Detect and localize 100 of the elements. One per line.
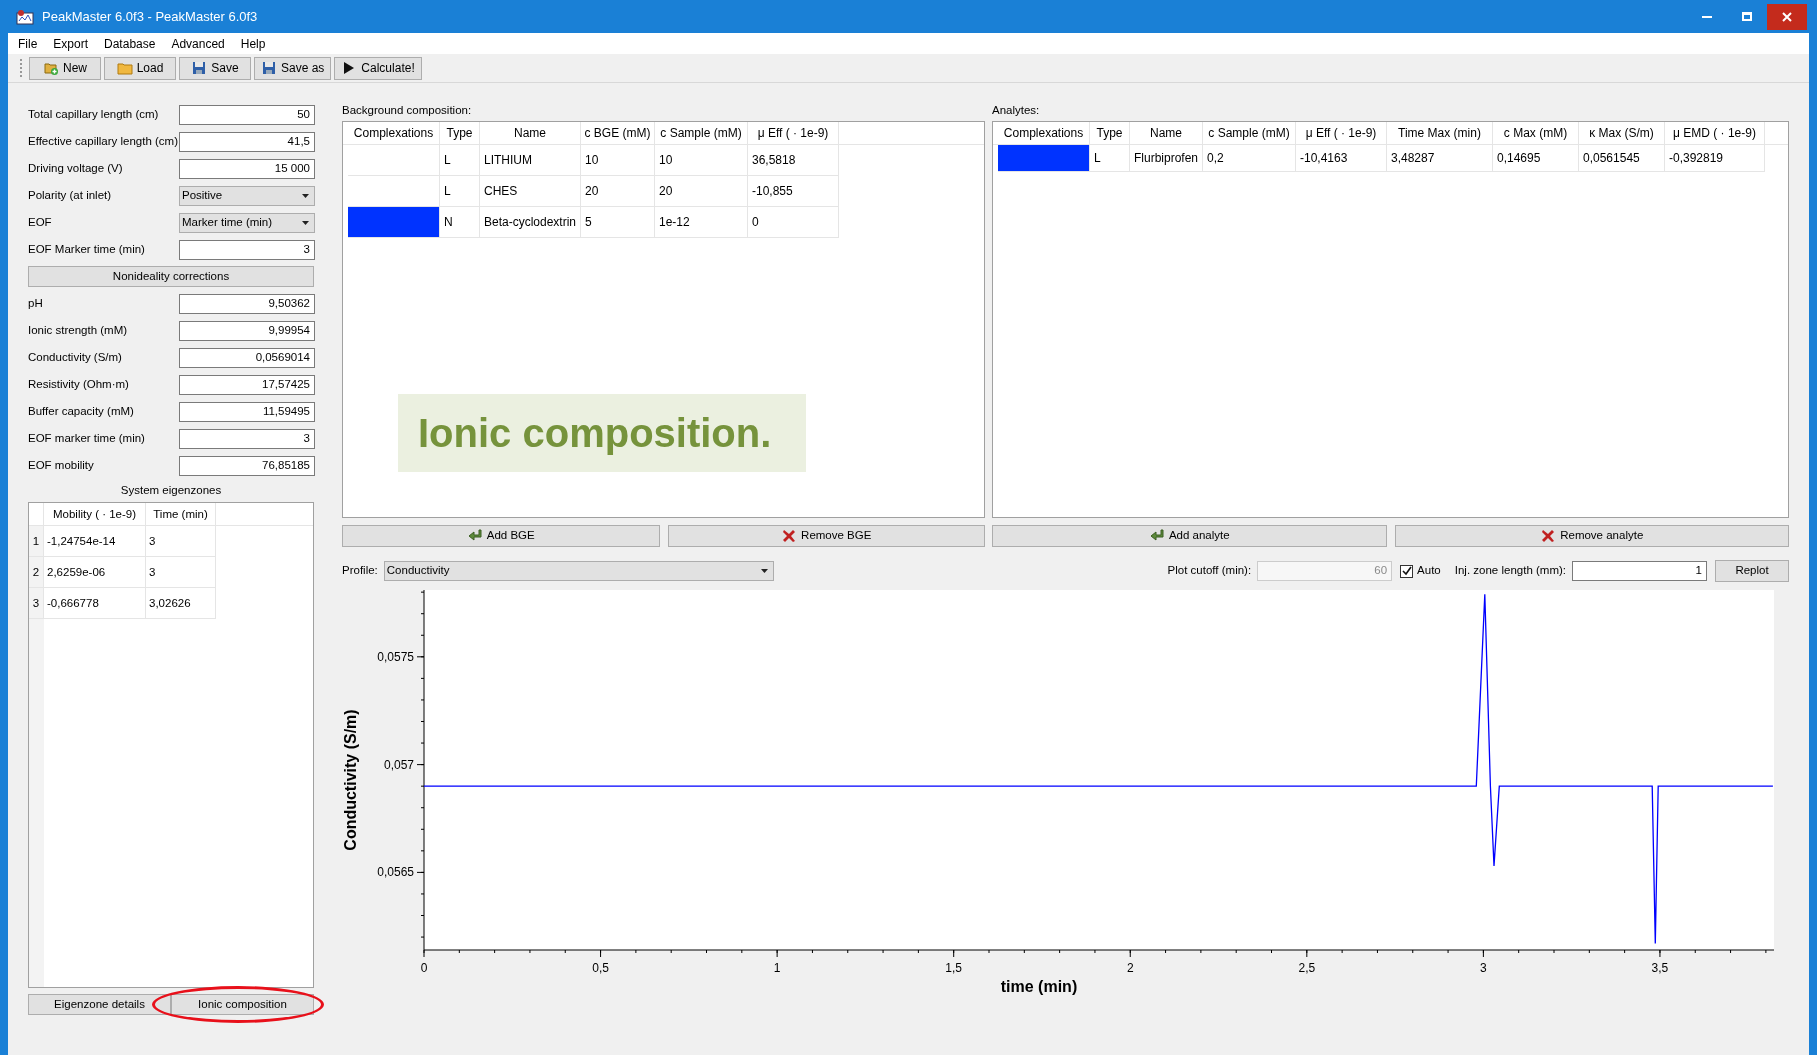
cross-icon	[781, 528, 798, 544]
field-label: EOF	[28, 214, 53, 230]
table-cell: 0,14695	[1493, 145, 1579, 172]
arrow-icon	[466, 528, 483, 544]
input-field[interactable]: 76,85185	[179, 455, 315, 476]
panel-button[interactable]: Add BGE	[342, 525, 660, 547]
panel-button[interactable]: Ionic composition	[171, 994, 314, 1015]
toolbar-button[interactable]: Save	[179, 56, 251, 80]
input-field[interactable]: 17,57425	[179, 374, 315, 395]
column-header: κ Max (S/m)	[1579, 122, 1665, 144]
panel-button[interactable]: Add analyte	[992, 525, 1387, 547]
tick-label: 2	[1126, 961, 1134, 975]
input-field[interactable]: 41,5	[179, 131, 315, 152]
tick-label: 0	[420, 961, 428, 975]
window-title: PeakMaster 6.0f3 - PeakMaster 6.0f3	[42, 7, 258, 26]
table-cell: -1,24754e-14	[44, 526, 146, 558]
input-field[interactable]: 11,59495	[179, 401, 315, 422]
menu-item[interactable]: File	[18, 34, 38, 53]
table-cell: -10,4163	[1296, 145, 1387, 172]
table-cell: 3,02626	[146, 588, 216, 620]
input-field[interactable]: 9,99954	[179, 320, 315, 341]
caret-icon	[760, 569, 768, 573]
column-header: Name	[480, 122, 581, 144]
tick-label: 2,5	[1298, 961, 1316, 975]
tick-label: 0,057	[383, 757, 414, 772]
column-header: c Sample (mM)	[655, 122, 748, 144]
table-cell: Flurbiprofen	[1130, 145, 1203, 172]
menu-item[interactable]: Advanced	[171, 34, 225, 53]
table-cell: 20	[655, 176, 748, 207]
input-field[interactable]: 0,0569014	[179, 347, 315, 368]
table-cell: 0,0561545	[1579, 145, 1665, 172]
input-field[interactable]: 50	[179, 104, 315, 125]
close-button[interactable]	[1767, 3, 1807, 30]
table-cell: L	[440, 145, 480, 176]
table-cell: 10	[581, 145, 655, 176]
column-header: Mobility ( · 1e-9)	[44, 503, 146, 526]
table-cell: 10	[655, 145, 748, 176]
table-cell: L	[1090, 145, 1130, 172]
field-label: Plot cutoff (min):	[1167, 563, 1252, 579]
field-label: EOF mobility	[28, 457, 95, 473]
table-cell: 3,48287	[1387, 145, 1493, 172]
table-cell: LITHIUM	[480, 145, 581, 176]
tick-label: 0,0575	[377, 649, 414, 664]
section-label: Analytes:	[992, 103, 1041, 119]
column-header: c Sample (mM)	[1203, 122, 1296, 144]
tick-label: 3,5	[1651, 961, 1669, 975]
panel-button[interactable]: Eigenzone details	[28, 994, 171, 1015]
menu-item[interactable]: Database	[104, 34, 156, 53]
toolbar-button[interactable]: Load	[104, 56, 176, 80]
input-field[interactable]: 9,50362	[179, 293, 315, 314]
toolbar-button[interactable]: Calculate!	[334, 56, 422, 80]
table-cell: -0,666778	[44, 588, 146, 620]
column-header: μ EMD ( · 1e-9)	[1665, 122, 1765, 144]
field-label: Buffer capacity (mM)	[28, 403, 135, 419]
arrow-icon	[1148, 528, 1165, 544]
column-header: Time Max (min)	[1387, 122, 1493, 144]
field-label: Ionic strength (mM)	[28, 322, 129, 338]
table-cell: Beta-cyclodextrin	[480, 207, 581, 238]
dropdown[interactable]: Marker time (min)	[179, 212, 315, 233]
field-label: Driving voltage (V)	[28, 160, 124, 176]
tick-label: 0,5	[592, 961, 609, 975]
panel-button[interactable]: Remove analyte	[1394, 525, 1789, 547]
toolbar-button[interactable]: New	[29, 56, 101, 80]
checkbox[interactable]	[1400, 564, 1414, 578]
dropdown[interactable]: Positive	[179, 185, 315, 206]
row-number: 1	[29, 526, 44, 558]
table-cell: 0,2	[1203, 145, 1296, 172]
table-cell: CHES	[480, 176, 581, 207]
field-label: pH	[28, 295, 44, 311]
tick-label: 0,0565	[377, 865, 414, 880]
input-field[interactable]: 15 000	[179, 158, 315, 179]
table-cell: 5	[581, 207, 655, 238]
menu-item[interactable]: Help	[240, 34, 266, 53]
close-icon	[1782, 11, 1792, 22]
maximize-icon	[1742, 12, 1752, 21]
folder-icon	[116, 60, 133, 76]
column-header: μ Eff ( · 1e-9)	[748, 122, 839, 144]
new-folder-icon	[43, 60, 59, 76]
field-label: Conductivity (S/m)	[28, 349, 123, 365]
tick-label: 1,5	[945, 961, 963, 975]
field-label: Effective capillary length (cm)	[28, 133, 179, 149]
replot-button[interactable]: Replot	[1715, 560, 1789, 582]
nonideality-button[interactable]: Nonideality corrections	[28, 266, 314, 287]
input-field[interactable]: 3	[179, 239, 315, 260]
column-header: c Max (mM)	[1493, 122, 1579, 144]
profile-dropdown[interactable]: Conductivity	[383, 561, 774, 581]
field-label: Inj. zone length (mm):	[1454, 563, 1566, 579]
caret-icon	[302, 220, 309, 225]
toolbar-button[interactable]: Save as	[254, 56, 332, 80]
section-label: Background composition:	[342, 103, 473, 119]
app-icon	[16, 8, 34, 25]
input-field[interactable]: 3	[179, 428, 315, 449]
field-label: Profile:	[342, 563, 378, 579]
input-field[interactable]: 1	[1572, 561, 1707, 581]
minimize-icon	[1702, 15, 1712, 18]
panel-button[interactable]: Remove BGE	[667, 525, 985, 547]
table-cell: L	[440, 176, 480, 207]
menu-item[interactable]: Export	[53, 34, 89, 53]
column-header: Type	[440, 122, 480, 144]
field-label: EOF marker time (min)	[28, 430, 146, 446]
